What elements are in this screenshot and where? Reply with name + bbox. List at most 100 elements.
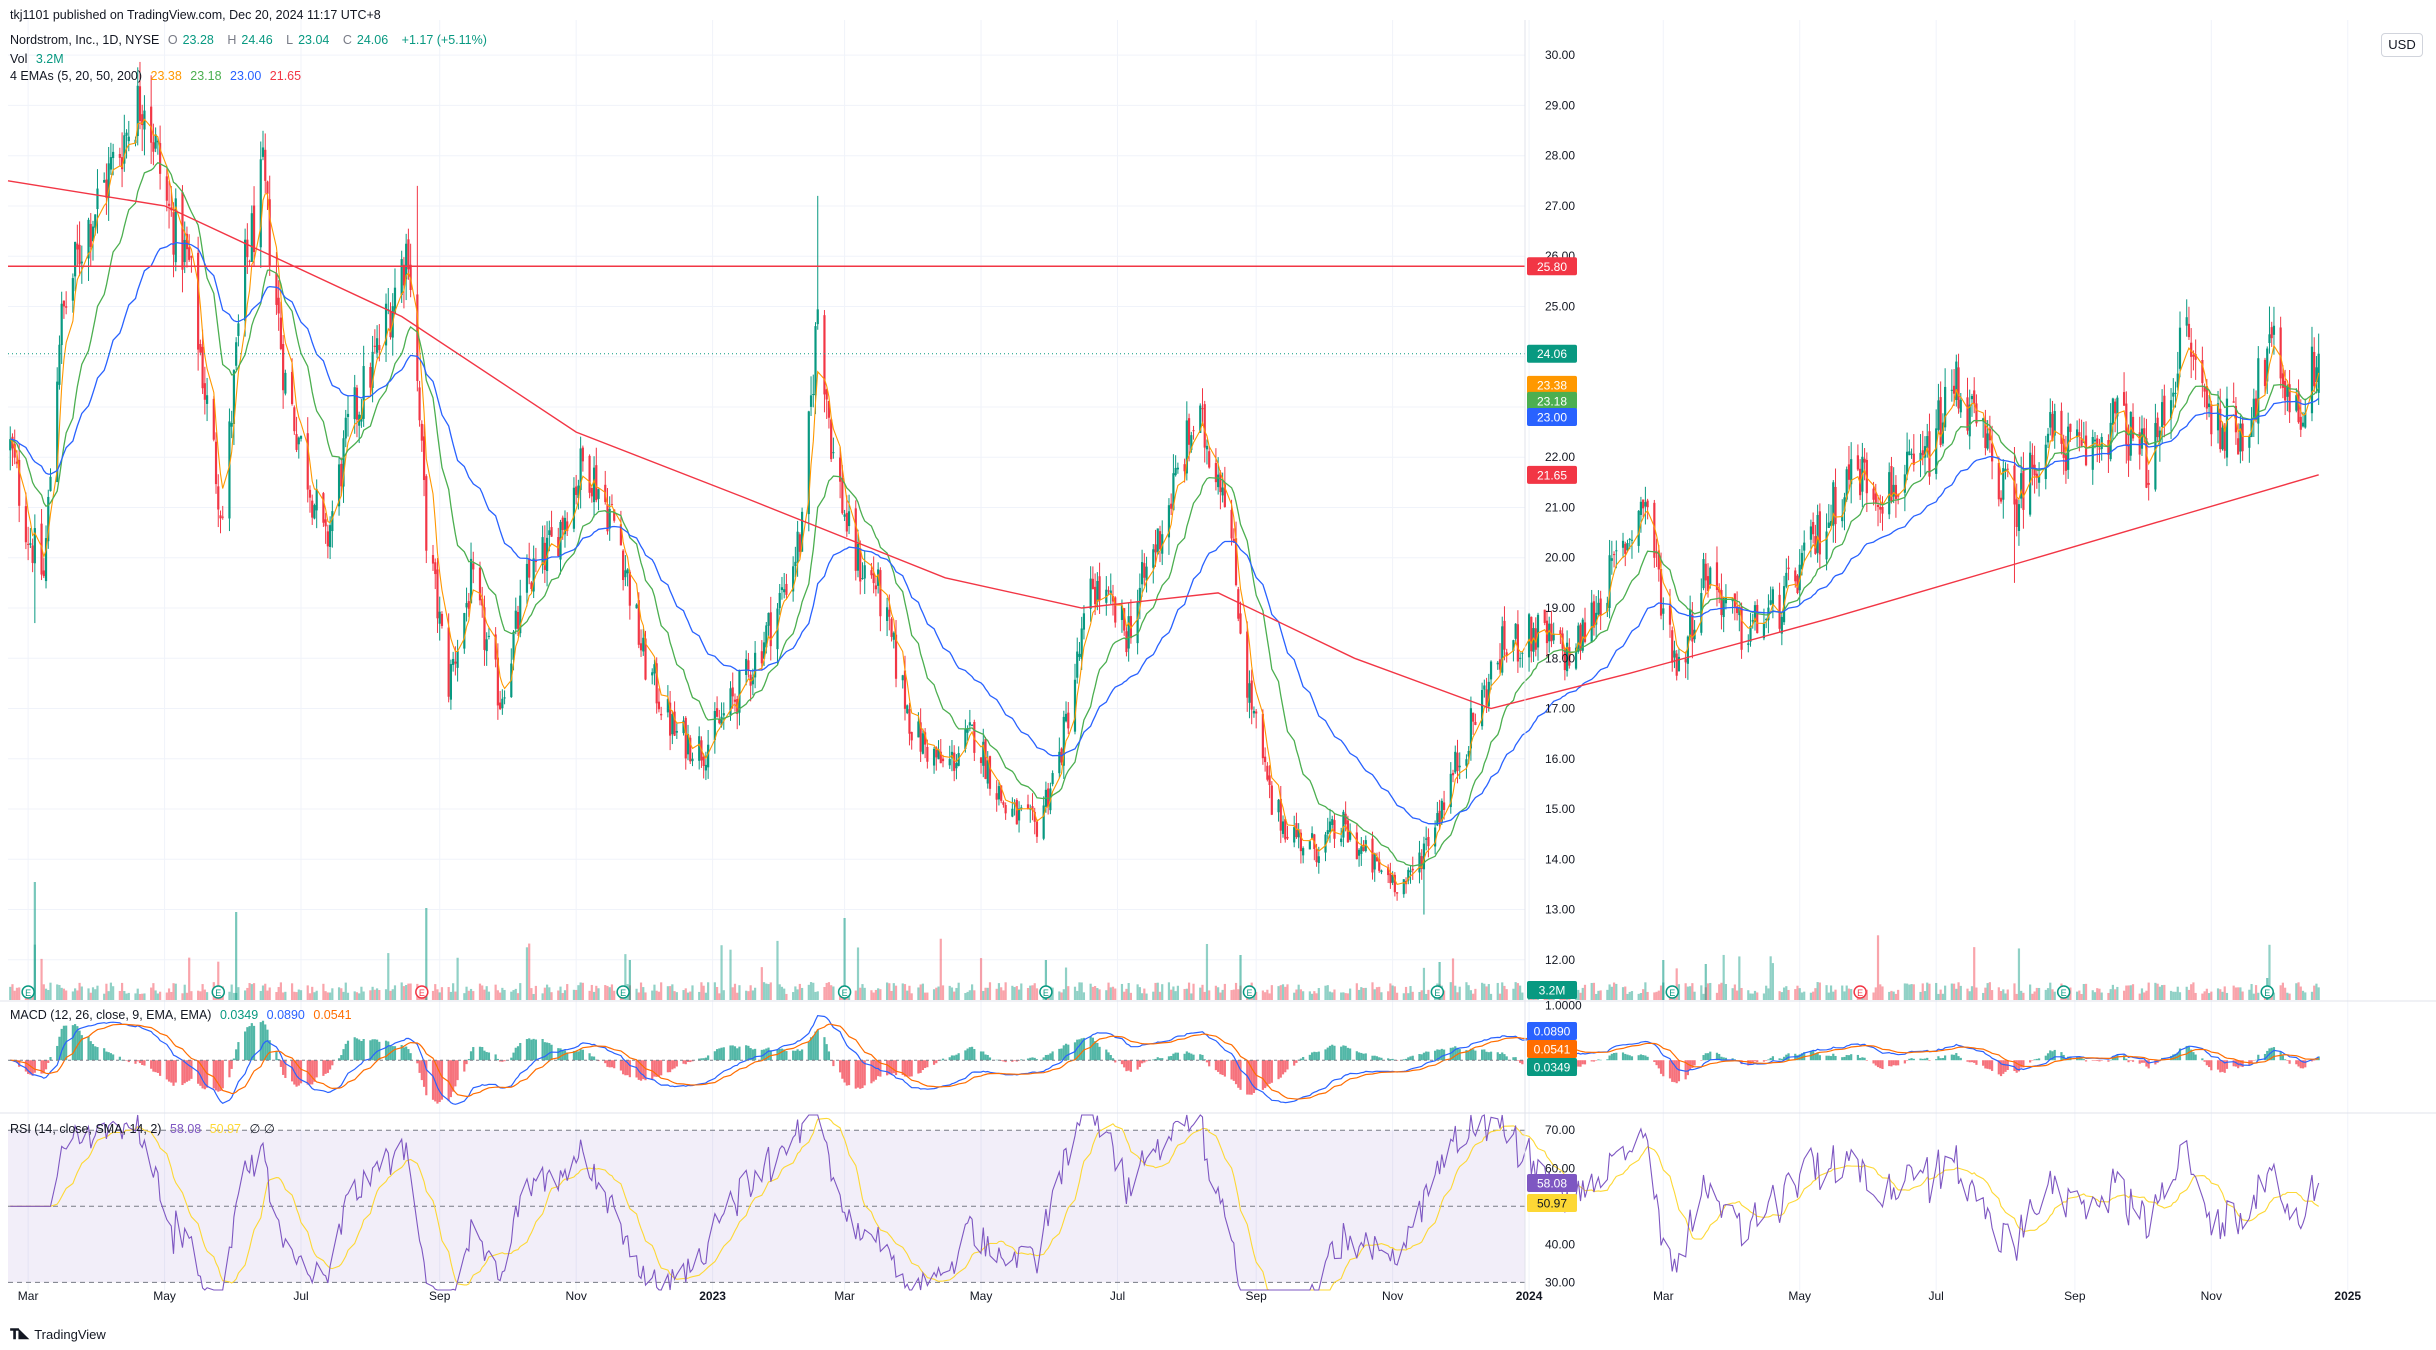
- volume-bar: [894, 985, 898, 1000]
- candle-body: [572, 487, 576, 529]
- macd-histogram-bar: [109, 1053, 112, 1061]
- candle-body: [704, 764, 707, 771]
- volume-bar: [2313, 985, 2316, 1000]
- candle-body: [237, 323, 240, 336]
- volume-bar: [682, 990, 685, 1000]
- volume-bar: [1973, 947, 1976, 1000]
- volume-bar: [581, 982, 584, 1000]
- macd-histogram-bar: [1827, 1055, 1830, 1061]
- candle-body: [1519, 657, 1522, 659]
- volume-bar: [2053, 991, 2056, 1000]
- macd-histogram-bar: [970, 1046, 974, 1061]
- macd-histogram-bar: [438, 1060, 441, 1103]
- macd-histogram-bar: [1454, 1046, 1457, 1061]
- candle-body: [96, 188, 99, 210]
- volume-bar: [2163, 984, 2166, 1000]
- candle-body: [863, 565, 866, 579]
- volume-bar: [1187, 982, 1191, 1000]
- symbol-title[interactable]: Nordstrom, Inc., 1D, NYSE: [10, 33, 159, 47]
- volume-bar: [1874, 987, 1877, 1000]
- macd-histogram-bar: [74, 1024, 77, 1061]
- candle-body: [1579, 624, 1582, 651]
- chart-canvas[interactable]: EEEEEEEEEEEE 12.0013.0014.0015.0016.0017…: [0, 0, 2436, 1350]
- volume-bar: [1192, 983, 1195, 1000]
- candle-body: [74, 241, 77, 277]
- volume-bar: [729, 949, 732, 1000]
- volume-bar: [1738, 956, 1741, 1000]
- macd-histogram-bar: [496, 1058, 499, 1061]
- candle-body: [575, 486, 578, 495]
- candle-body: [879, 570, 882, 617]
- volume-bar: [295, 992, 298, 1000]
- candle-body: [1986, 433, 1989, 449]
- volume-bar: [1355, 983, 1358, 1000]
- currency-button[interactable]: USD: [2381, 33, 2423, 57]
- macd-histogram-bar: [1662, 1060, 1665, 1077]
- macd-histogram-bar: [713, 1051, 716, 1061]
- volume-bar: [543, 987, 546, 1000]
- date-tick-label: May: [970, 1289, 993, 1303]
- candle-body: [1011, 808, 1014, 817]
- volume-bar: [2221, 991, 2224, 1000]
- volume-label[interactable]: Vol: [10, 52, 27, 66]
- volume-bar: [42, 984, 45, 1000]
- volume-bar: [901, 983, 904, 1000]
- macd-histogram-bar: [1127, 1060, 1130, 1071]
- macd-line-value: 0.0890: [266, 1008, 305, 1022]
- candle-body: [1968, 404, 1971, 437]
- macd-histogram-bar: [841, 1060, 844, 1079]
- macd-label[interactable]: MACD (12, 26, close, 9, EMA, EMA): [10, 1008, 211, 1022]
- price-tick-label: 14.00: [1545, 852, 1575, 866]
- volume-bar: [123, 991, 126, 1000]
- macd-histogram-bar: [1214, 1060, 1218, 1071]
- macd-histogram-bar: [156, 1060, 159, 1073]
- macd-histogram-bar: [454, 1060, 457, 1087]
- macd-histogram-bar: [230, 1060, 233, 1069]
- candle-body: [230, 422, 233, 427]
- macd-histogram-bar: [767, 1047, 770, 1061]
- candle-body: [1252, 710, 1256, 714]
- macd-histogram-bar: [1659, 1060, 1663, 1074]
- volume-bar: [854, 990, 857, 1000]
- volume-bar: [1080, 982, 1083, 1000]
- volume-bar: [1637, 993, 1640, 1000]
- volume-bar: [935, 987, 938, 1000]
- volume-bar: [1921, 983, 1924, 1000]
- volume-bar: [689, 991, 692, 1000]
- volume-bar: [2091, 990, 2094, 1000]
- candle-body: [1411, 868, 1414, 871]
- macd-histogram-bar: [154, 1060, 157, 1073]
- volume-bar: [566, 984, 569, 1000]
- macd-histogram-bar: [1892, 1060, 1895, 1066]
- volume-bar: [344, 982, 347, 1000]
- macd-histogram-bar: [2046, 1053, 2050, 1061]
- change-value: +1.17 (+5.11%): [401, 33, 487, 47]
- rsi-extra: ∅ ∅: [249, 1122, 275, 1136]
- volume-bar: [481, 985, 484, 1000]
- macd-histogram-bar: [1608, 1055, 1611, 1061]
- macd-histogram-bar: [1577, 1060, 1580, 1067]
- macd-histogram-bar: [825, 1044, 828, 1061]
- volume-bar: [888, 983, 891, 1000]
- macd-histogram-bar: [212, 1060, 215, 1089]
- volume-bar: [541, 993, 544, 1000]
- volume-bar: [1174, 991, 1177, 1000]
- candle-body: [1246, 631, 1249, 698]
- macd-histogram-bar: [1293, 1060, 1296, 1066]
- candle-body: [1999, 497, 2003, 502]
- ema-label[interactable]: 4 EMAs (5, 20, 50, 200): [10, 69, 142, 83]
- volume-bar: [232, 992, 236, 1000]
- rsi-label[interactable]: RSI (14, close, SMA, 14, 2): [10, 1122, 161, 1136]
- volume-bar: [311, 986, 314, 1000]
- volume-bar: [2286, 992, 2289, 1000]
- candle-body: [190, 256, 193, 258]
- candle-body: [597, 489, 600, 499]
- tradingview-brand[interactable]: 𝐓◣ TradingView: [10, 1326, 106, 1343]
- macd-histogram-bar: [1187, 1052, 1191, 1061]
- macd-histogram-bar: [1825, 1055, 1828, 1061]
- macd-histogram-bar: [2015, 1060, 2018, 1073]
- macd-histogram-bar: [308, 1060, 312, 1085]
- macd-histogram-bar: [1704, 1053, 1707, 1061]
- macd-histogram-bar: [1219, 1060, 1222, 1075]
- macd-histogram-bar: [1912, 1058, 1915, 1061]
